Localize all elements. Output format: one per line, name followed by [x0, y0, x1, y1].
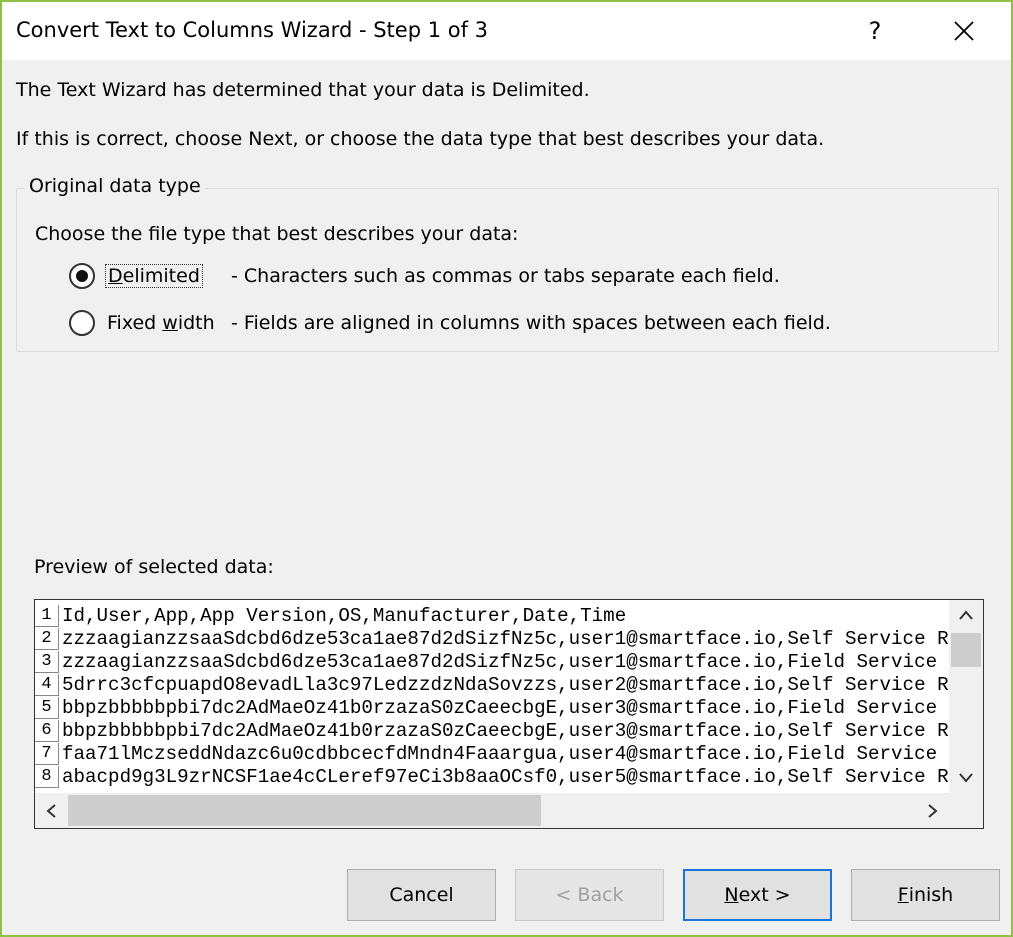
back-button: < Back — [515, 869, 664, 921]
preview-row: 6 bbpzbbbbbpbi7dc2AdMaeOz41b0rzazaS0zCaee… — [35, 720, 949, 743]
row-text: 5drrc3cfcpuapdO8evadLla3c97LedzzdzNdaSov… — [62, 674, 949, 696]
row-number: 6 — [35, 720, 59, 742]
fixed-width-description: - Fields are aligned in columns with spa… — [231, 312, 831, 334]
horizontal-scroll-thumb[interactable] — [68, 795, 541, 826]
row-number: 5 — [35, 697, 59, 719]
row-text: Id,User,App,App Version,OS,Manufacturer,… — [62, 605, 627, 627]
preview-row: 7 faa71lMczseddNdazc6u0cdbbcecfdMndn4Faaa… — [35, 743, 949, 766]
row-text: bbpzbbbbbpbi7dc2AdMaeOz41b0rzazaS0zCaeec… — [62, 720, 949, 742]
scroll-down-button[interactable] — [949, 763, 983, 793]
delimited-radio-option[interactable]: Delimited — [69, 261, 203, 291]
preview-row: 2 zzzaagianzzsaaSdcbd6dze53ca1ae87d2dSizf… — [35, 628, 949, 651]
row-number: 4 — [35, 674, 59, 696]
chevron-left-icon — [46, 803, 56, 818]
scroll-up-button[interactable] — [949, 600, 983, 630]
row-number: 2 — [35, 628, 59, 650]
row-number: 3 — [35, 651, 59, 673]
group-legend: Original data type — [25, 175, 205, 197]
fixed-width-radio-option[interactable]: Fixed width — [69, 308, 217, 338]
row-text: abacpd9g3L9zrNCSF1ae4cCLeref97eCi3b8aaOC… — [62, 766, 949, 788]
delimited-radio-label[interactable]: Delimited — [105, 264, 203, 288]
row-text: bbpzbbbbbpbi7dc2AdMaeOz41b0rzazaS0zCaeec… — [62, 697, 938, 719]
close-icon — [954, 21, 974, 41]
dialog-title: Convert Text to Columns Wizard - Step 1 … — [16, 18, 489, 42]
delimited-radio-button[interactable] — [69, 263, 95, 289]
preview-row: 8 abacpd9g3L9zrNCSF1ae4cCLeref97eCi3b8aaO… — [35, 766, 949, 789]
data-preview-box[interactable]: 1 Id,User,App,App Version,OS,Manufacturer… — [34, 599, 984, 829]
vertical-scrollbar[interactable] — [949, 600, 983, 793]
wizard-instruction-text: If this is correct, choose Next, or choo… — [16, 128, 825, 150]
row-number: 8 — [35, 766, 59, 788]
next-button[interactable]: Next > — [683, 869, 832, 921]
row-number: 7 — [35, 743, 59, 765]
chevron-down-icon — [959, 773, 973, 783]
fixed-width-radio-label[interactable]: Fixed width — [105, 312, 217, 334]
wizard-determination-text: The Text Wizard has determined that your… — [16, 79, 590, 101]
vertical-scroll-thumb[interactable] — [951, 633, 981, 667]
title-bar: Convert Text to Columns Wizard - Step 1 … — [2, 2, 1011, 60]
preview-row: 3 zzzaagianzzsaaSdcbd6dze53ca1ae87d2dSizf… — [35, 651, 949, 674]
chevron-right-icon — [928, 803, 938, 818]
preview-label: Preview of selected data: — [34, 556, 274, 578]
delimited-description: - Characters such as commas or tabs sepa… — [231, 265, 780, 287]
scrollbar-corner — [949, 793, 983, 828]
row-text: faa71lMczseddNdazc6u0cdbbcecfdMndn4Faaar… — [62, 743, 938, 765]
cancel-button[interactable]: Cancel — [347, 869, 496, 921]
preview-row: 5 bbpzbbbbbpbi7dc2AdMaeOz41b0rzazaS0zCaee… — [35, 697, 949, 720]
row-text: zzzaagianzzsaaSdcbd6dze53ca1ae87d2dSizfN… — [62, 651, 938, 673]
original-data-type-group: Original data type Choose the file type … — [16, 175, 999, 352]
close-button[interactable] — [938, 2, 990, 60]
fixed-width-radio-button[interactable] — [69, 310, 95, 336]
scroll-left-button[interactable] — [35, 793, 67, 828]
horizontal-scrollbar[interactable] — [35, 793, 949, 828]
row-text: zzzaagianzzsaaSdcbd6dze53ca1ae87d2dSizfN… — [62, 628, 949, 650]
finish-button[interactable]: Finish — [851, 869, 1000, 921]
scroll-right-button[interactable] — [917, 793, 949, 828]
file-type-prompt: Choose the file type that best describes… — [35, 223, 519, 245]
chevron-up-icon — [959, 610, 973, 620]
preview-row: 4 5drrc3cfcpuapdO8evadLla3c97LedzzdzNdaSo… — [35, 674, 949, 697]
convert-text-to-columns-dialog: Convert Text to Columns Wizard - Step 1 … — [0, 0, 1013, 937]
preview-rows: 1 Id,User,App,App Version,OS,Manufacturer… — [35, 605, 949, 793]
row-number: 1 — [35, 605, 59, 627]
preview-row: 1 Id,User,App,App Version,OS,Manufacturer… — [35, 605, 949, 628]
help-button[interactable]: ? — [851, 2, 899, 60]
